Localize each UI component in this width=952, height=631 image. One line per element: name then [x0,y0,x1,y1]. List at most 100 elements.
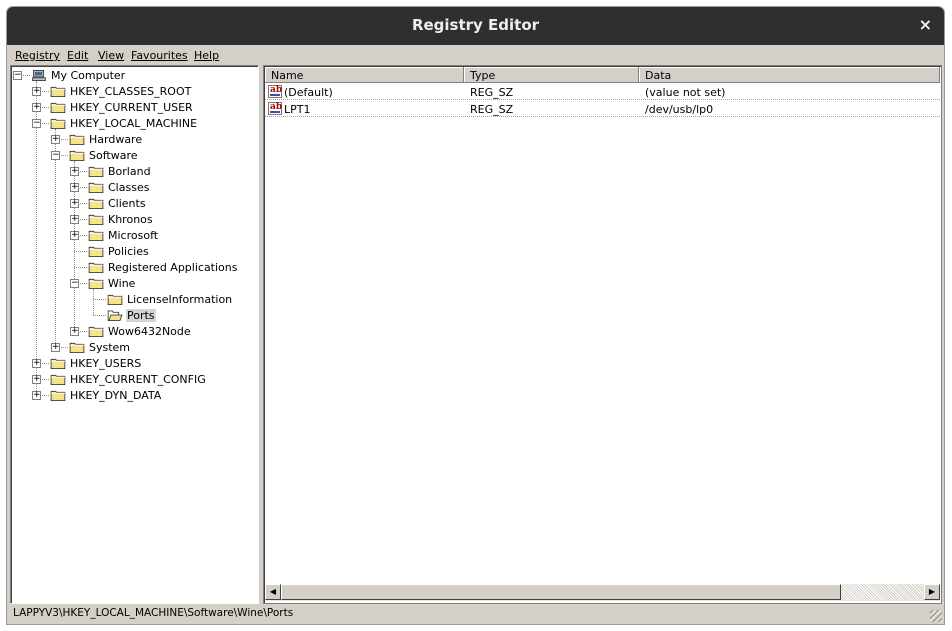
tree-node-label: System [89,341,131,354]
collapse-icon[interactable]: − [70,279,79,288]
tree-node-label: HKEY_DYN_DATA [70,389,162,402]
folder-icon [50,118,66,129]
expand-icon[interactable]: + [32,359,41,368]
value-row[interactable]: ab (Default) REG_SZ (value not set) [265,84,940,100]
expand-icon[interactable]: + [70,231,79,240]
folder-icon [88,262,104,273]
tree-connector [55,129,56,347]
folder-icon [88,326,104,337]
computer-icon [32,70,46,81]
menu-bar: Registry Edit View Favourites Help [7,45,944,65]
tree-node-label: Microsoft [108,229,159,242]
folder-icon [88,198,104,209]
tree-node-label: HKEY_USERS [70,357,142,370]
tree-node-label: HKEY_CLASSES_ROOT [70,85,192,98]
tree-node-label: Classes [108,181,150,194]
folder-icon [107,294,123,305]
folder-icon [69,134,85,145]
value-row[interactable]: ab LPT1 REG_SZ /dev/usb/lp0 [265,101,940,117]
folder-icon [88,246,104,257]
expand-icon[interactable]: + [32,375,41,384]
tree-connector [93,315,106,316]
menu-favourites[interactable]: Favourites [131,49,188,62]
close-icon[interactable]: × [919,15,932,34]
value-name: LPT1 [284,103,311,116]
tree-node-label: Registered Applications [108,261,238,274]
expand-icon[interactable]: + [70,327,79,336]
registry-editor-window: Registry Editor × Registry Edit View Fav… [7,7,944,624]
expand-icon[interactable]: + [70,167,79,176]
menu-view[interactable]: View [98,49,124,62]
scrollbar-thumb[interactable] [281,584,841,600]
expand-icon[interactable]: + [32,103,41,112]
string-value-icon: ab [268,85,282,98]
folder-icon [50,358,66,369]
expand-icon[interactable]: + [51,135,60,144]
tree-node-label: Policies [108,245,149,258]
column-header-name[interactable]: Name [265,67,464,83]
tree-node-label: HKEY_CURRENT_CONFIG [70,373,206,386]
tree-node-label: Borland [108,165,151,178]
tree-connector [36,81,37,395]
tree-node-label: Wow6432Node [108,325,191,338]
resize-grip-icon[interactable] [930,610,942,622]
column-header-type[interactable]: Type [464,67,639,83]
folder-icon [88,182,104,193]
folder-icon [50,374,66,385]
tree-node-label: Hardware [89,133,143,146]
folder-icon [88,278,104,289]
expand-icon[interactable]: + [32,87,41,96]
tree-node-label: HKEY_LOCAL_MACHINE [70,117,198,130]
folder-icon [88,230,104,241]
tree-node-label: Wine [108,277,136,290]
folder-icon [88,166,104,177]
tree-connector [74,267,87,268]
expand-icon[interactable]: + [32,391,41,400]
row-divider [265,99,940,100]
string-value-icon: ab [268,102,282,115]
folder-icon [88,214,104,225]
collapse-icon[interactable]: − [51,151,60,160]
folder-icon [50,390,66,401]
status-path: LAPPYV3\HKEY_LOCAL_MACHINE\Software\Wine… [13,607,294,619]
folder-open-icon [107,310,123,321]
expand-icon[interactable]: + [70,215,79,224]
value-name: (Default) [284,86,333,99]
tree-node-label: HKEY_CURRENT_USER [70,101,193,114]
expand-icon[interactable]: + [70,199,79,208]
tree-node-label: My Computer [51,69,126,82]
tree-node-label: Khronos [108,213,153,226]
scroll-left-icon[interactable]: ◀ [265,584,281,600]
value-data: /dev/usb/lp0 [645,103,714,116]
tree-connector [74,251,87,252]
tree-node-label: Clients [108,197,146,210]
tree-connector [93,299,106,300]
tree-node-label: Software [89,149,138,162]
folder-icon [50,86,66,97]
expand-icon[interactable]: + [70,183,79,192]
collapse-icon[interactable]: − [32,119,41,128]
window-title: Registry Editor [411,16,540,34]
value-data: (value not set) [645,86,726,99]
folder-icon [69,342,85,353]
expand-icon[interactable]: + [51,343,60,352]
title-bar[interactable]: Registry Editor × [7,7,944,45]
menu-registry[interactable]: Registry [15,49,60,62]
registry-key-tree[interactable]: My Computer − HKEY_CLASSES_ROOT + HKEY_CURRE… [10,65,259,604]
tree-node-label: Ports [126,309,156,322]
value-type: REG_SZ [470,103,514,116]
folder-icon [50,102,66,113]
collapse-icon[interactable]: − [13,71,22,80]
value-type: REG_SZ [470,86,514,99]
menu-edit[interactable]: Edit [67,49,88,62]
values-list[interactable]: Name Type Data ab (Default) REG_SZ (valu… [263,65,942,604]
row-divider [265,116,940,117]
menu-help[interactable]: Help [194,49,219,62]
scrollbar-track[interactable] [841,584,924,600]
status-bar: LAPPYV3\HKEY_LOCAL_MACHINE\Software\Wine… [7,604,944,624]
tree-connector [93,289,94,315]
column-header-data[interactable]: Data [639,67,940,83]
horizontal-scrollbar[interactable]: ◀ ▶ [265,584,940,601]
scroll-right-icon[interactable]: ▶ [924,584,940,600]
tree-node-label: LicenseInformation [127,293,233,306]
